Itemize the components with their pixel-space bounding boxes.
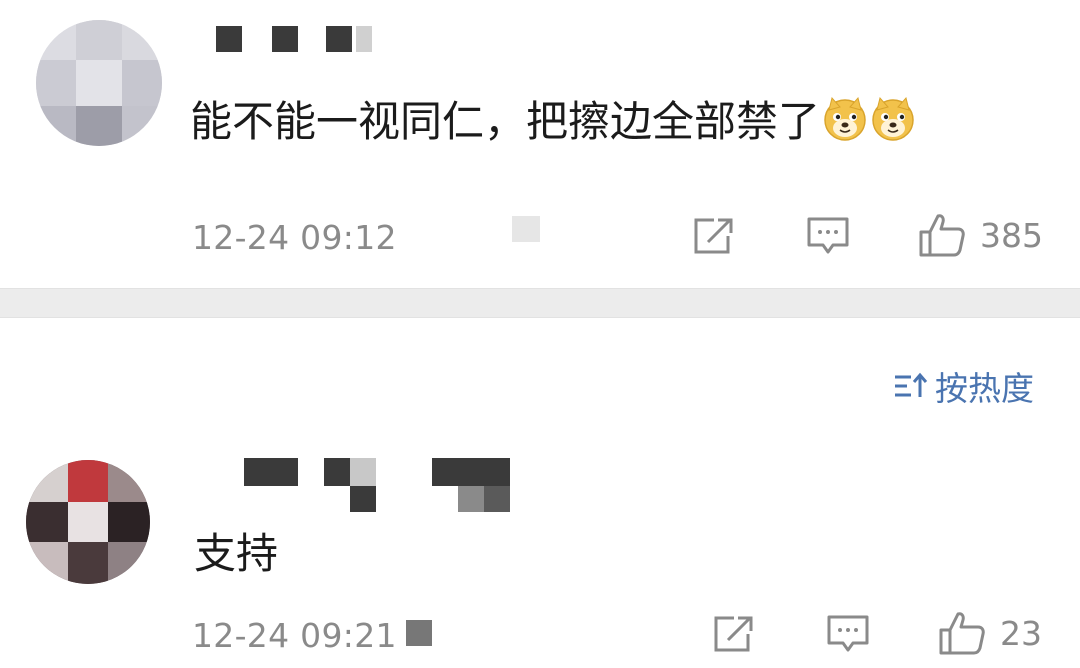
avatar-pixel (108, 542, 150, 584)
redaction-block (324, 458, 350, 486)
redaction-block (356, 26, 372, 52)
avatar-pixel (76, 20, 122, 60)
comment-icon (807, 217, 849, 254)
like-count: 23 (1000, 613, 1042, 653)
timestamp: 12-24 09:12 (192, 218, 397, 257)
comment-button[interactable] (826, 614, 870, 654)
timestamp: 12-24 09:21 (192, 616, 397, 655)
avatar-pixel (76, 106, 122, 146)
redaction-block (350, 458, 376, 486)
avatar-pixel (36, 20, 76, 60)
redaction-block (216, 26, 242, 52)
avatar-pixel (122, 20, 162, 60)
avatar[interactable] (36, 20, 162, 146)
location-redacted (512, 216, 540, 242)
avatar-pixel (108, 460, 150, 502)
share-button[interactable] (712, 614, 756, 654)
avatar-pixel (36, 106, 76, 146)
share-button[interactable] (692, 216, 736, 256)
avatar-pixel (68, 460, 108, 502)
comment-item: 支持 12-24 09:21 23 (0, 318, 1080, 668)
like-button[interactable]: 385 (918, 212, 1043, 258)
like-button[interactable]: 23 (938, 610, 1042, 656)
avatar-pixel (108, 502, 150, 542)
avatar-pixel (26, 542, 68, 584)
section-divider (0, 288, 1080, 318)
comment-text-content: 能不能一视同仁，把擦边全部禁了 (190, 97, 821, 146)
comment-button[interactable] (806, 216, 850, 256)
share-icon (714, 616, 753, 652)
redaction-block (484, 486, 510, 512)
username-redacted[interactable] (216, 26, 396, 54)
avatar-pixel (76, 60, 122, 106)
redaction-block (272, 26, 298, 52)
comment-text: 能不能一视同仁，把擦边全部禁了 (190, 96, 916, 146)
username-redacted[interactable] (200, 458, 520, 518)
like-icon (919, 214, 965, 257)
location-redacted (406, 620, 432, 646)
avatar-pixel (68, 502, 108, 542)
avatar-pixel (68, 542, 108, 584)
comment-text: 支持 (194, 529, 279, 578)
doge-emoji (870, 96, 916, 142)
redaction-block (458, 486, 484, 512)
avatar-pixel (26, 502, 68, 542)
comment-icon (827, 615, 869, 652)
avatar-pixel (122, 60, 162, 106)
avatar[interactable] (26, 460, 150, 584)
comment-item: 能不能一视同仁，把擦边全部禁了 12-24 09:12 385 (0, 0, 1080, 290)
redaction-block (432, 458, 510, 486)
like-count: 385 (980, 215, 1043, 255)
avatar-pixel (36, 60, 76, 106)
avatar-pixel (26, 460, 68, 502)
redaction-block (244, 458, 298, 486)
redaction-block (350, 486, 376, 512)
avatar-pixel (122, 106, 162, 146)
share-icon (694, 218, 733, 254)
doge-emoji (822, 96, 868, 142)
redaction-block (326, 26, 352, 52)
like-icon (939, 612, 985, 655)
